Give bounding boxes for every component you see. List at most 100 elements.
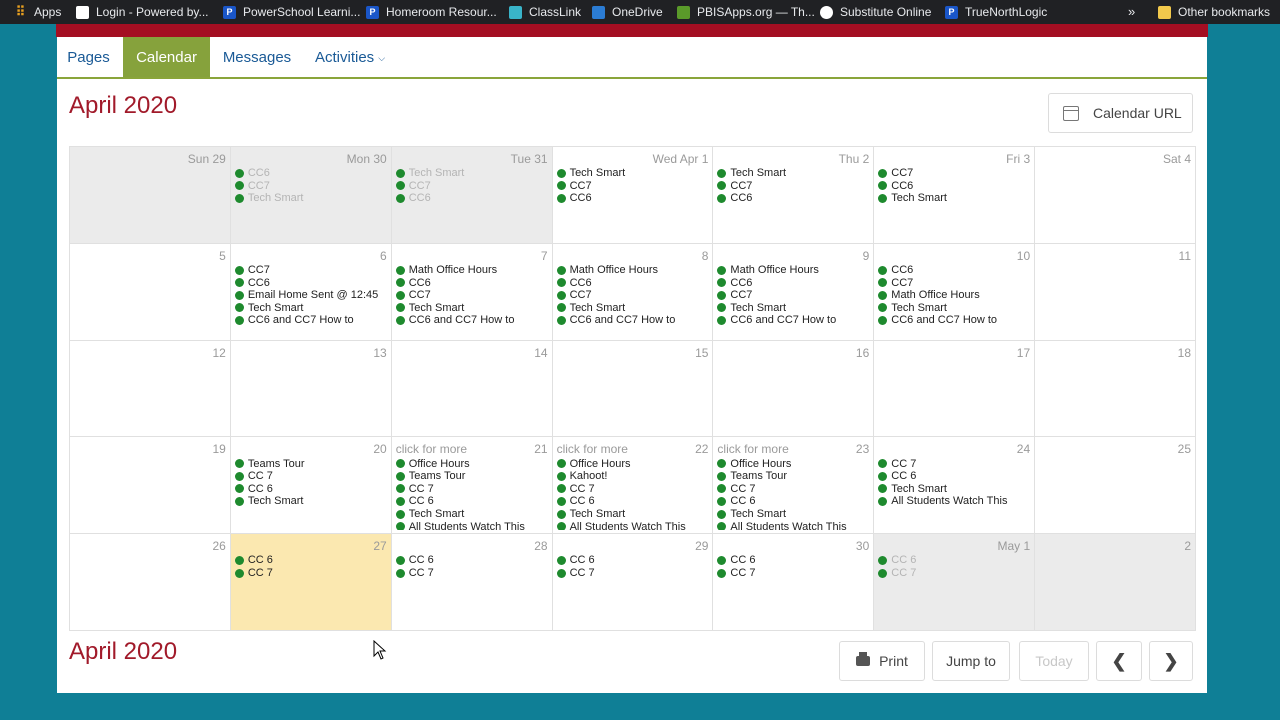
calendar-event[interactable]: All Students Watch This [878,495,1032,508]
print-button[interactable]: Print [839,641,925,681]
calendar-event[interactable]: CC6 [395,192,550,205]
calendar-event[interactable]: CC6 and CC7 How to [717,314,871,327]
calendar-event[interactable]: Tech Smart [395,508,550,521]
calendar-event[interactable]: Office Hours [395,457,550,470]
day-cell[interactable]: 8 Math Office Hours CC6 CC7 Tech Smart CC6 an… [552,243,714,341]
click-for-more-link[interactable]: click for more [557,442,628,456]
calendar-event[interactable]: CC 7 [556,567,711,580]
calendar-event[interactable]: Tech Smart [717,302,871,315]
day-cell[interactable]: 9 Math Office Hours CC6 CC7 Tech Smart CC6 an… [713,243,875,341]
calendar-event[interactable]: CC7 [234,264,389,277]
calendar-event[interactable]: CC7 [395,289,550,302]
calendar-event[interactable]: CC7 [556,180,711,193]
calendar-url-button[interactable]: Calendar URL [1048,93,1193,133]
calendar-event[interactable]: CC7 [395,180,550,193]
calendar-event[interactable]: CC 7 [556,483,711,496]
calendar-event[interactable]: Tech Smart [878,192,1032,205]
calendar-event[interactable]: Teams Tour [234,457,389,470]
day-cell[interactable]: 5 [70,243,231,341]
day-cell[interactable]: 24 CC 7 CC 6 Tech Smart All Students Watch T… [874,437,1036,535]
calendar-event[interactable]: CC 6 [878,470,1032,483]
day-cell[interactable]: Sun 29 [70,147,231,244]
calendar-event[interactable]: Tech Smart [234,192,389,205]
calendar-event[interactable]: CC 6 [717,495,871,508]
calendar-event[interactable]: CC 7 [395,483,550,496]
tab-pages[interactable]: Pages [57,37,120,77]
calendar-event[interactable]: CC6 [556,192,711,205]
calendar-event[interactable]: Tech Smart [556,302,711,315]
day-cell[interactable]: Wed Apr 1 Tech Smart CC7 CC6 [552,147,714,244]
calendar-event[interactable]: CC 6 [878,554,1032,567]
calendar-event[interactable]: CC6 [878,180,1032,193]
day-cell[interactable]: 25 [1035,437,1196,535]
bookmark-item[interactable]: PBISApps.org — Th... [677,0,815,24]
page-scrollbar[interactable] [1264,24,1280,720]
click-for-more-link[interactable]: click for more [396,442,467,456]
calendar-event[interactable]: CC6 and CC7 How to [556,314,711,327]
calendar-event[interactable]: CC 6 [234,483,389,496]
bookmark-item[interactable]: ClassLink [509,0,581,24]
calendar-event[interactable]: Tech Smart [395,302,550,315]
calendar-event[interactable]: Tech Smart [234,495,389,508]
day-cell[interactable]: 6 CC7 CC6 Email Home Sent @ 12:45 Tech Smart… [230,243,392,341]
calendar-event[interactable]: CC 7 [717,483,871,496]
day-cell[interactable]: 22 click for more Office Hours Kahoot! CC 7C… [552,437,714,535]
calendar-event[interactable]: All Students Watch This [556,520,711,531]
calendar-event[interactable]: CC7 [878,167,1032,180]
jump-to-button[interactable]: Jump to [932,641,1010,681]
bookmark-item[interactable]: OneDrive [592,0,663,24]
calendar-event[interactable]: CC 6 [556,495,711,508]
calendar-event[interactable]: CC 6 [395,554,550,567]
calendar-event[interactable]: CC 6 [395,495,550,508]
day-cell[interactable]: 2 [1035,534,1196,631]
calendar-event[interactable]: CC7 [556,289,711,302]
day-cell[interactable]: 14 [391,340,553,438]
day-cell[interactable]: 7 Math Office Hours CC6 CC7 Tech Smart CC6 an… [391,243,553,341]
calendar-event[interactable]: Tech Smart [717,167,871,180]
calendar-event[interactable]: CC6 [717,192,871,205]
day-cell[interactable]: 28 CC 6 CC 7 [391,534,553,631]
day-cell[interactable]: 17 [874,340,1036,438]
calendar-event[interactable]: Math Office Hours [878,289,1032,302]
calendar-event[interactable]: CC 7 [234,567,389,580]
calendar-event[interactable]: Email Home Sent @ 12:45 [234,289,389,302]
calendar-event[interactable]: CC7 [717,180,871,193]
day-cell[interactable]: 16 [713,340,875,438]
day-cell[interactable]: 10 CC6 CC7 Math Office Hours Tech Smart CC6 a… [874,243,1036,341]
calendar-event[interactable]: Tech Smart [878,302,1032,315]
day-cell[interactable]: Mon 30 CC6 CC7 Tech Smart [230,147,392,244]
bookmark-item[interactable]: Login - Powered by... [76,0,209,24]
bookmark-item[interactable]: P Homeroom Resour... [366,0,497,24]
day-cell[interactable]: 12 [70,340,231,438]
next-month-button[interactable]: ❯ [1149,641,1193,681]
previous-month-button[interactable]: ❮ [1096,641,1142,681]
calendar-event[interactable]: CC6 and CC7 How to [395,314,550,327]
calendar-event[interactable]: CC 7 [234,470,389,483]
day-cell[interactable]: 13 [230,340,392,438]
bookmark-item[interactable]: Substitute Online [820,0,931,24]
calendar-event[interactable]: CC6 and CC7 How to [234,314,389,327]
calendar-event[interactable]: CC6 [878,264,1032,277]
day-cell[interactable]: 19 [70,437,231,535]
tab-activities[interactable]: Activities ⌵ [315,37,395,77]
calendar-event[interactable]: Kahoot! [556,470,711,483]
other-bookmarks-folder[interactable]: Other bookmarks [1158,0,1270,24]
calendar-event[interactable]: CC6 [395,276,550,289]
tab-calendar[interactable]: Calendar [123,37,210,77]
calendar-event[interactable]: CC6 [234,167,389,180]
calendar-event[interactable]: Teams Tour [717,470,871,483]
day-cell[interactable]: Sat 4 [1035,147,1196,244]
calendar-event[interactable]: Tech Smart [556,508,711,521]
day-cell[interactable]: 11 [1035,243,1196,341]
calendar-event[interactable]: Tech Smart [878,483,1032,496]
bookmarks-overflow-button[interactable]: » [1128,0,1135,24]
day-cell[interactable]: 20 Teams Tour CC 7 CC 6 Tech Smart [230,437,392,535]
day-cell[interactable]: 23 click for more Office Hours Teams Tour CC… [713,437,875,535]
bookmark-item[interactable]: P TrueNorthLogic [945,0,1047,24]
tab-messages[interactable]: Messages [222,37,292,77]
calendar-event[interactable]: Math Office Hours [717,264,871,277]
day-cell[interactable]: 15 [552,340,714,438]
calendar-event[interactable]: CC6 and CC7 How to [878,314,1032,327]
day-cell[interactable]: 26 [70,534,231,631]
calendar-event[interactable]: CC 7 [395,567,550,580]
